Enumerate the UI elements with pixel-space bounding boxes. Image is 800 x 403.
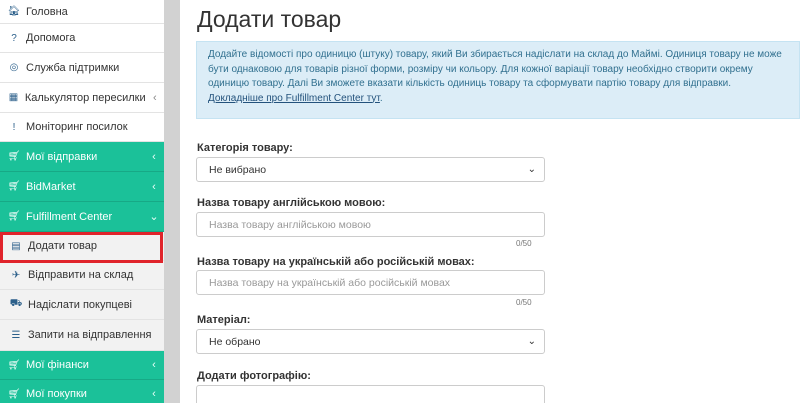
- sidebar-item-label: Відправити на склад: [28, 269, 134, 281]
- cart-icon: 🛒︎: [7, 211, 21, 222]
- material-value: Не обрано: [209, 335, 261, 348]
- name-ua-input[interactable]: Назва товару на українській або російськ…: [196, 270, 545, 295]
- info-alert: Додайте відомості про одиницю (штуку) то…: [196, 41, 800, 119]
- name-en-input[interactable]: Назва товару англійською мовою: [196, 212, 545, 237]
- sidebar-item-label: Служба підтримки: [26, 61, 120, 74]
- sidebar: 🏠︎ Головна? Допомога ◎ Служба підтримки ▦ Каль…: [0, 0, 164, 403]
- sidebar-item-label: Мої фінанси: [26, 359, 89, 371]
- cart-icon: 🛒︎: [7, 181, 21, 192]
- cart-icon: 🛒︎: [7, 151, 21, 162]
- list-icon: ☰: [11, 329, 21, 341]
- sidebar-item-label: Мої покупки: [26, 388, 87, 400]
- calculator-icon: ▦: [8, 92, 19, 103]
- chevron-down-icon: ⌄: [527, 164, 536, 175]
- sidebar-item-label: Моніторинг посилок: [26, 121, 128, 133]
- cart-icon: 🛒︎: [7, 359, 21, 371]
- name-ua-label: Назва товару на українській або російськ…: [197, 256, 475, 268]
- sidebar-item-label: BidMarket: [26, 180, 76, 193]
- cart-icon: 🛒︎: [7, 388, 21, 400]
- sidebar-item-12[interactable]: 🛒︎ Мої фінанси ‹: [0, 351, 164, 380]
- fulfillment-info-link[interactable]: Докладніше про Fulfillment Center тут: [208, 93, 380, 104]
- material-label: Матеріал:: [197, 314, 251, 326]
- sidebar-item-label: Головна: [26, 5, 68, 18]
- material-select[interactable]: Не обрано ⌄: [196, 329, 545, 354]
- plane-icon: ✈︎: [11, 269, 21, 281]
- sidebar-item-11[interactable]: ☰ Запити на відправлення: [0, 320, 164, 351]
- question-icon: ?: [11, 32, 17, 44]
- sidebar-item-7[interactable]: 🛒︎ Fulfillment Center ⌄: [0, 202, 164, 232]
- category-select[interactable]: Не вибрано ⌄: [196, 157, 545, 182]
- sidebar-item-label: Fulfillment Center: [26, 210, 113, 223]
- sidebar-scroll-gutter: [164, 0, 180, 403]
- chevron-left-icon: ‹: [152, 150, 156, 163]
- sidebar-item-4[interactable]: ! Моніторинг посилок: [0, 113, 164, 142]
- sidebar-item-10[interactable]: ⛟ Надіслати покупцеві: [0, 290, 164, 320]
- sidebar-item-label: Надіслати покупцеві: [28, 298, 133, 311]
- name-ua-counter: 0/50: [516, 298, 532, 307]
- name-en-label: Назва товару англійською мовою:: [197, 197, 386, 209]
- chevron-left-icon: ‹: [152, 359, 156, 371]
- sidebar-item-1[interactable]: ? Допомога: [0, 24, 164, 53]
- sidebar-item-5[interactable]: 🛒︎ Мої відправки ‹: [0, 142, 164, 172]
- sidebar-item-2[interactable]: ◎ Служба підтримки: [0, 53, 164, 83]
- chevron-down-icon: ⌄: [149, 211, 159, 223]
- sidebar-item-label: Допомога: [26, 32, 76, 44]
- chevron-down-icon: ⌄: [527, 336, 536, 347]
- name-ua-placeholder: Назва товару на українській або російськ…: [209, 276, 451, 289]
- main-content: Додати товар Додайте відомості про одини…: [180, 0, 800, 403]
- lifebuoy-icon: ◎: [9, 62, 19, 73]
- home-icon: 🏠︎: [7, 6, 21, 17]
- info-text: Додайте відомості про одиницю (штуку) то…: [208, 49, 782, 89]
- truck-icon: ⛟: [9, 298, 23, 309]
- page-title: Додати товар: [197, 6, 342, 32]
- sidebar-item-label: Мої відправки: [26, 150, 98, 163]
- sidebar-item-0[interactable]: 🏠︎ Головна: [0, 0, 164, 24]
- photo-label: Додати фотографію:: [197, 370, 311, 382]
- chevron-left-icon: ‹: [152, 388, 156, 400]
- sidebar-item-9[interactable]: ✈︎ Відправити на склад: [0, 261, 164, 290]
- name-en-counter: 0/50: [516, 239, 532, 248]
- category-value: Не вибрано: [209, 163, 267, 176]
- photo-upload-field[interactable]: [196, 385, 545, 403]
- name-en-placeholder: Назва товару англійською мовою: [209, 218, 371, 231]
- sidebar-item-label: Додати товар: [28, 240, 97, 252]
- chevron-left-icon: ‹: [152, 91, 157, 104]
- sidebar-item-8[interactable]: ▤ Додати товар: [0, 232, 164, 261]
- info-link-period: .: [379, 92, 383, 104]
- file-icon: ▤: [11, 240, 21, 252]
- exclamation-icon: !: [12, 121, 16, 133]
- sidebar-item-label: Калькулятор пересилки: [24, 91, 146, 104]
- sidebar-item-3[interactable]: ▦ Калькулятор пересилки ‹: [0, 83, 164, 113]
- sidebar-item-6[interactable]: 🛒︎ BidMarket ‹: [0, 172, 164, 202]
- sidebar-item-label: Запити на відправлення: [28, 329, 152, 341]
- category-label: Категорія товару:: [197, 142, 293, 154]
- chevron-left-icon: ‹: [152, 180, 156, 193]
- sidebar-item-13[interactable]: 🛒︎ Мої покупки ‹: [0, 380, 164, 403]
